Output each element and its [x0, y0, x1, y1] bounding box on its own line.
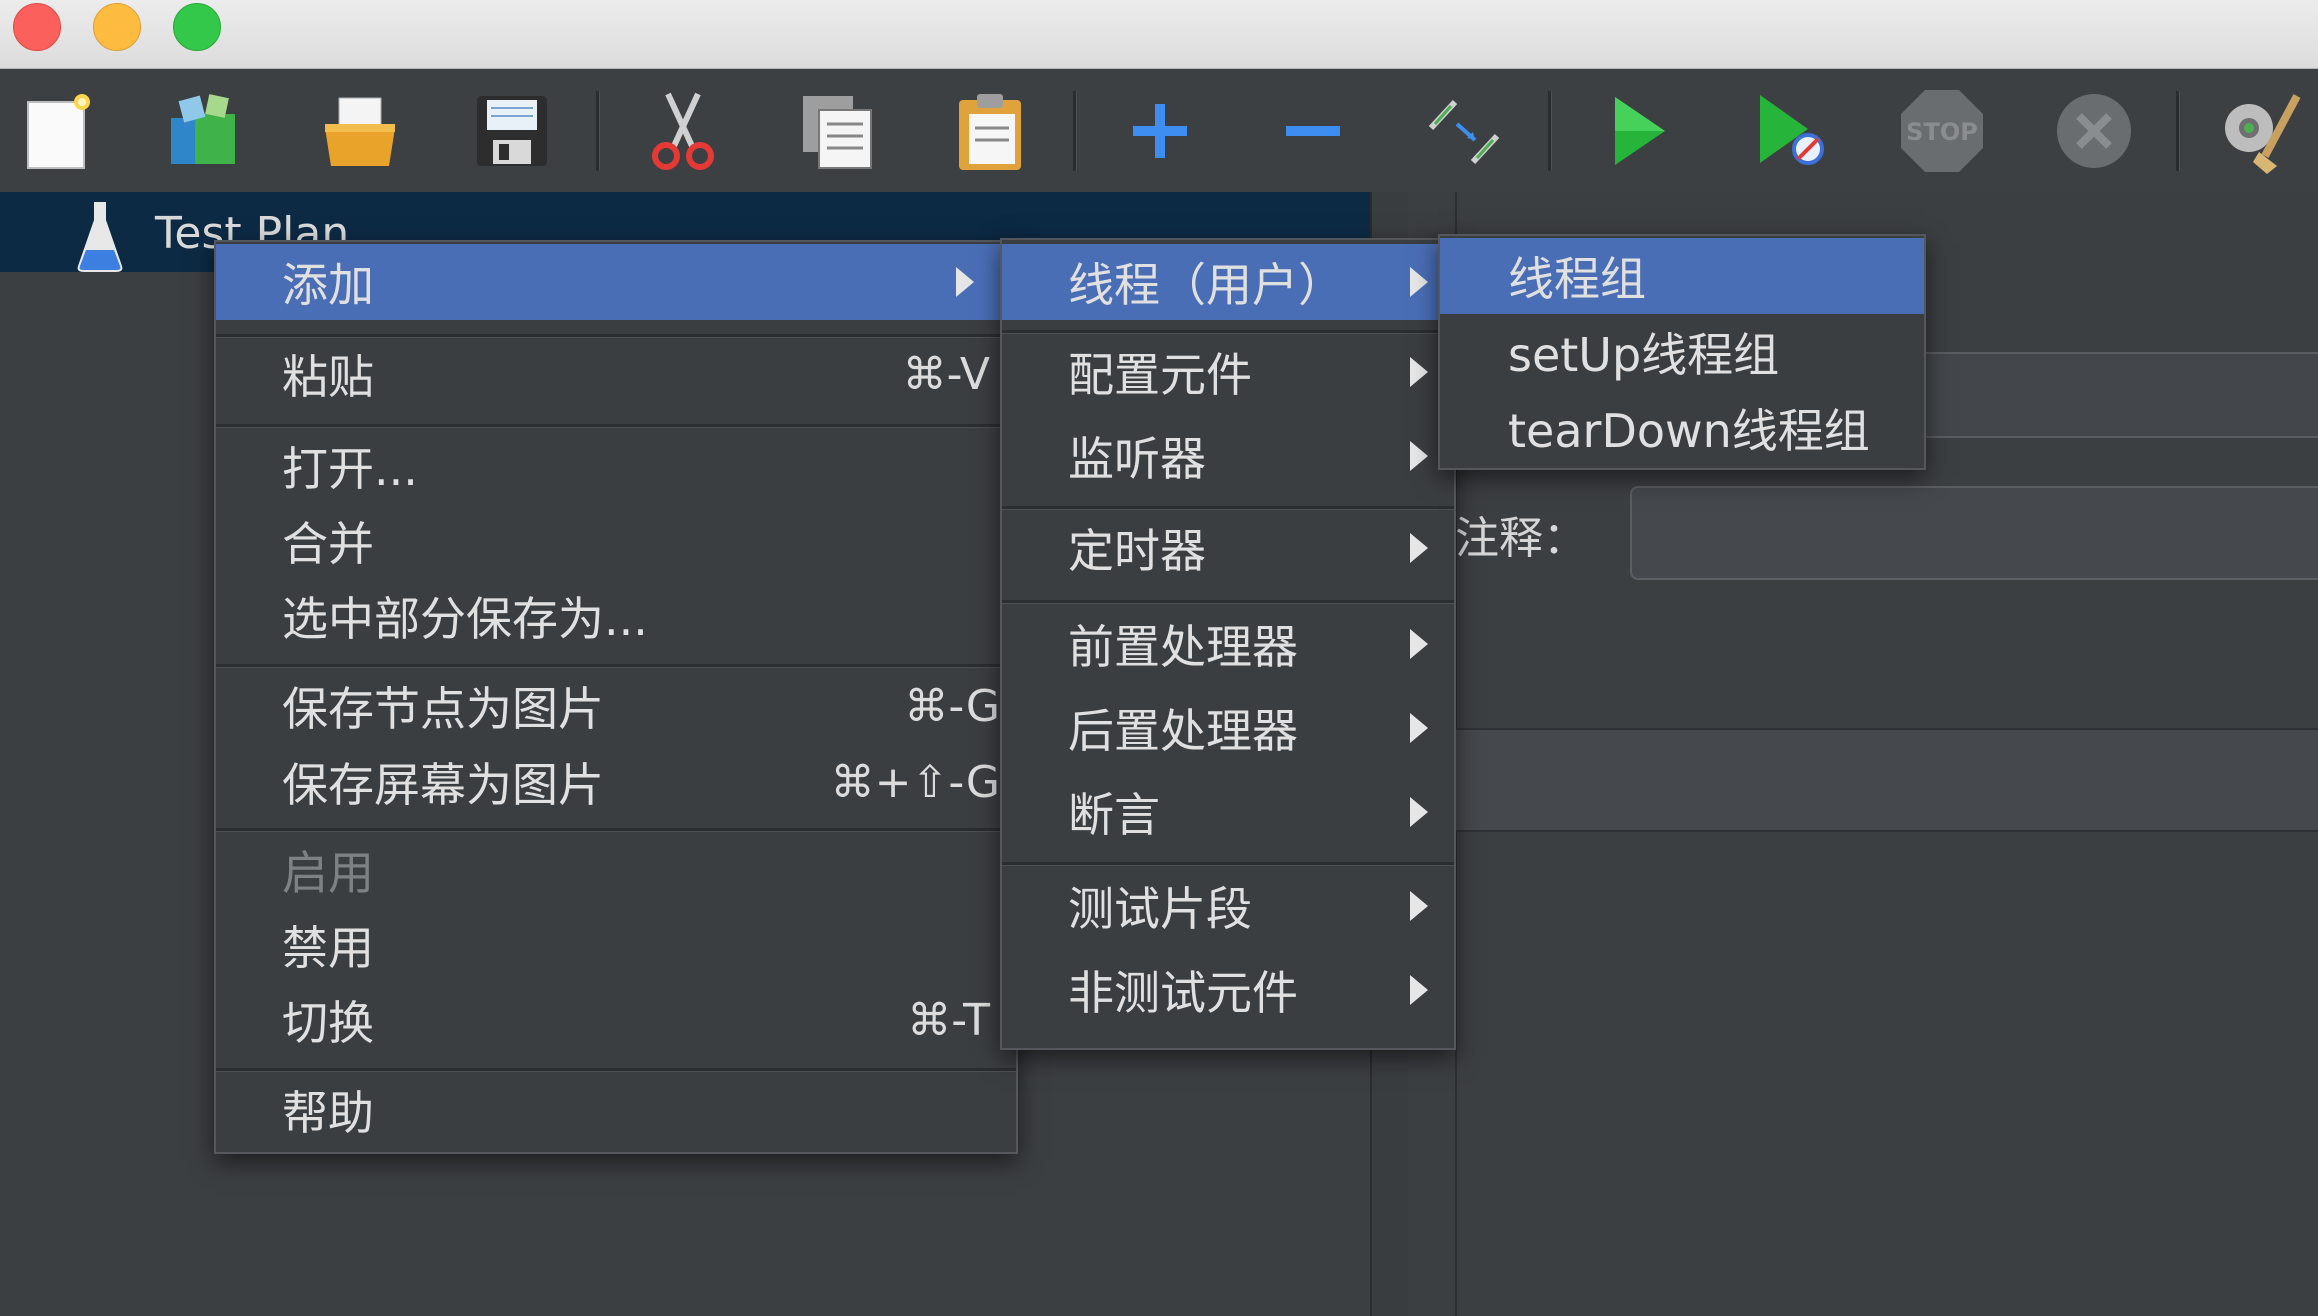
- menu-item-label: 配置元件: [1068, 348, 1252, 402]
- menu-item-label: tearDown线程组: [1508, 404, 1870, 458]
- context-menu: 添加 粘贴 ⌘-V 打开... 合并 选中部分保存为... 保存节点为图片 ⌘-…: [214, 240, 1018, 1154]
- menu-item-label: 添加: [282, 258, 374, 312]
- toolbar-separator: [596, 91, 600, 171]
- new-icon[interactable]: [10, 83, 106, 179]
- menu-item-add[interactable]: 添加: [216, 244, 1016, 320]
- start-no-pause-icon[interactable]: [1742, 83, 1838, 179]
- submenu-arrow-icon: [1410, 797, 1428, 827]
- menu-shortcut: ⌘-G: [904, 680, 1000, 732]
- toolbar-separator: [2176, 91, 2180, 171]
- menu-separator: [1002, 600, 1454, 604]
- menu-item-open[interactable]: 打开...: [216, 428, 1016, 504]
- toggle-icon[interactable]: [1416, 83, 1512, 179]
- collapse-icon[interactable]: [1265, 83, 1361, 179]
- clear-icon[interactable]: [2212, 83, 2308, 179]
- submenu-item-test-fragment[interactable]: 测试片段: [1002, 868, 1454, 944]
- menu-item-toggle[interactable]: 切换 ⌘-T: [216, 982, 1016, 1058]
- menu-item-label: 切换: [282, 996, 374, 1050]
- menu-item-label: setUp线程组: [1508, 328, 1780, 382]
- minimize-window-button[interactable]: [93, 3, 141, 51]
- submenu-arrow-icon: [1410, 629, 1428, 659]
- menu-item-label: 打开...: [282, 442, 418, 496]
- submenu-item-config-element[interactable]: 配置元件: [1002, 334, 1454, 410]
- submenu-item-post-processor[interactable]: 后置处理器: [1002, 690, 1454, 766]
- menu-item-paste[interactable]: 粘贴 ⌘-V: [216, 336, 1016, 412]
- save-icon[interactable]: [464, 83, 560, 179]
- menu-separator: [1002, 862, 1454, 866]
- menu-item-label: 断言: [1068, 788, 1160, 842]
- toolbar-separator: [1548, 91, 1552, 171]
- submenu-arrow-icon: [1410, 533, 1428, 563]
- menu-shortcut: ⌘-V: [902, 348, 990, 400]
- submenu-arrow-icon: [1410, 975, 1428, 1005]
- menu-item-label: 选中部分保存为...: [282, 592, 648, 646]
- menu-item-label: 线程（用户）: [1068, 258, 1344, 312]
- cut-icon[interactable]: [635, 83, 731, 179]
- add-submenu: 线程（用户） 配置元件 监听器 定时器 前置处理器 后置处理器 断言 测试片段 …: [1000, 238, 1456, 1050]
- submenu-item-non-test-element[interactable]: 非测试元件: [1002, 952, 1454, 1028]
- menu-item-label: 测试片段: [1068, 882, 1252, 936]
- menu-item-label: 禁用: [282, 921, 374, 975]
- menu-item-label: 后置处理器: [1068, 704, 1298, 758]
- submenu-arrow-icon: [1410, 357, 1428, 387]
- zoom-window-button[interactable]: [173, 3, 221, 51]
- menu-item-label: 粘贴: [282, 350, 374, 404]
- submenu-item-listener[interactable]: 监听器: [1002, 418, 1454, 494]
- submenu-arrow-icon: [1410, 267, 1428, 297]
- menu-shortcut: ⌘-T: [907, 994, 990, 1046]
- menu-item-label: 帮助: [282, 1086, 374, 1140]
- open-icon[interactable]: [312, 83, 408, 179]
- test-plan-icon: [72, 196, 128, 276]
- menu-item-save-selection-as[interactable]: 选中部分保存为...: [216, 578, 1016, 654]
- name-field[interactable]: [1910, 352, 2318, 438]
- menu-item-help[interactable]: 帮助: [216, 1072, 1016, 1148]
- copy-icon[interactable]: [790, 83, 886, 179]
- editor-section-band: [1455, 728, 2318, 832]
- paste-icon[interactable]: [942, 83, 1038, 179]
- menu-item-enable: 启用: [216, 832, 1016, 908]
- submenu-arrow-icon: [1410, 441, 1428, 471]
- menu-item-disable[interactable]: 禁用: [216, 907, 1016, 983]
- menu-item-merge[interactable]: 合并: [216, 503, 1016, 579]
- menu-shortcut: ⌘+⇧-G: [830, 756, 1000, 808]
- close-window-button[interactable]: [13, 3, 61, 51]
- submenu-arrow-icon: [956, 267, 974, 297]
- submenu-item-pre-processor[interactable]: 前置处理器: [1002, 606, 1454, 682]
- menu-item-label: 保存节点为图片: [282, 682, 604, 736]
- submenu-item-setup-thread-group[interactable]: setUp线程组: [1440, 314, 1924, 390]
- svg-text:STOP: STOP: [1906, 118, 1978, 146]
- toolbar-separator: [1073, 91, 1077, 171]
- menu-item-save-screen-as-image[interactable]: 保存屏幕为图片 ⌘+⇧-G: [216, 744, 1016, 820]
- start-icon[interactable]: [1590, 83, 1686, 179]
- stop-icon[interactable]: STOP: [1894, 83, 1990, 179]
- menu-item-label: 非测试元件: [1068, 966, 1298, 1020]
- submenu-item-timer[interactable]: 定时器: [1002, 510, 1454, 586]
- menu-item-label: 启用: [282, 846, 374, 900]
- expand-icon[interactable]: [1112, 83, 1208, 179]
- submenu-item-threads[interactable]: 线程（用户）: [1002, 244, 1454, 320]
- submenu-item-teardown-thread-group[interactable]: tearDown线程组: [1440, 390, 1924, 466]
- comment-field[interactable]: [1630, 486, 2318, 580]
- menu-item-label: 保存屏幕为图片: [282, 758, 604, 812]
- submenu-arrow-icon: [1410, 713, 1428, 743]
- submenu-arrow-icon: [1410, 891, 1428, 921]
- submenu-item-assertion[interactable]: 断言: [1002, 774, 1454, 850]
- toolbar: STOP: [0, 69, 2318, 192]
- comment-label: 注释：: [1455, 513, 1587, 564]
- shutdown-icon[interactable]: [2046, 83, 2142, 179]
- menu-item-label: 监听器: [1068, 432, 1206, 486]
- threads-submenu: 线程组 setUp线程组 tearDown线程组: [1438, 234, 1926, 470]
- menu-item-label: 前置处理器: [1068, 620, 1298, 674]
- window-title-bar: [0, 0, 2318, 69]
- menu-item-label: 定时器: [1068, 524, 1206, 578]
- menu-item-label: 合并: [282, 517, 374, 571]
- menu-item-label: 线程组: [1508, 252, 1646, 306]
- submenu-item-thread-group[interactable]: 线程组: [1440, 238, 1924, 314]
- templates-icon[interactable]: [156, 83, 252, 179]
- menu-item-save-node-as-image[interactable]: 保存节点为图片 ⌘-G: [216, 668, 1016, 744]
